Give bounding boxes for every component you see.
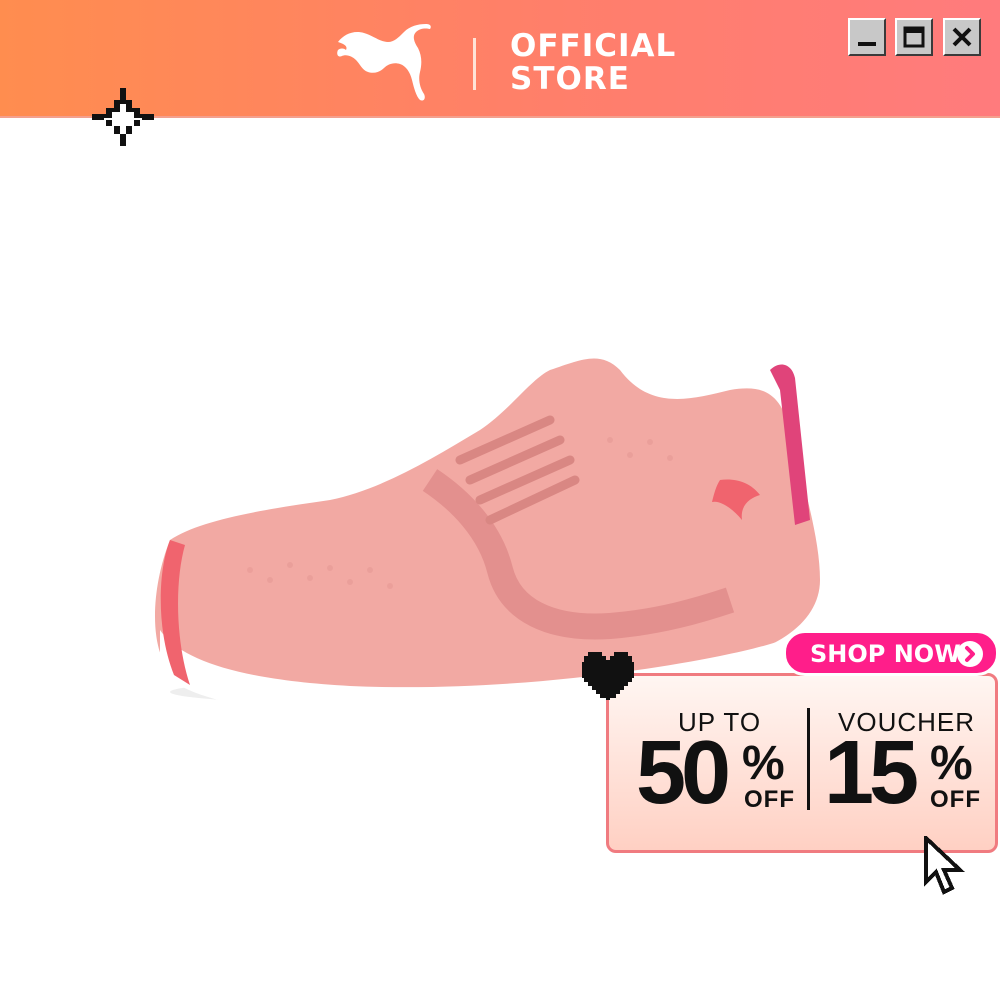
minimize-button[interactable] [848, 18, 886, 56]
close-button[interactable] [943, 18, 981, 56]
arrow-right-circle-icon [957, 641, 983, 667]
header-divider [473, 38, 476, 90]
pixel-sparkle-icon [92, 88, 154, 146]
discount-value: 50 [636, 723, 731, 823]
shop-now-button[interactable]: SHOP NOW [783, 630, 999, 676]
discount-percent: % [742, 737, 785, 790]
voucher-off-label: OFF [930, 786, 981, 813]
maximize-button[interactable] [895, 18, 933, 56]
pixel-heart-icon [582, 652, 634, 700]
official-store-label: OFFICIAL STORE [510, 30, 676, 96]
store-label-line2: STORE [510, 61, 630, 97]
voucher-percent: % [930, 737, 973, 790]
discount-off-label: OFF [744, 786, 795, 813]
voucher-value: 15 [824, 723, 919, 823]
close-icon [952, 27, 972, 47]
product-sneaker-image[interactable] [130, 330, 850, 720]
maximize-icon [903, 26, 925, 48]
store-label-line1: OFFICIAL [510, 28, 677, 64]
pixel-cursor-icon [924, 836, 966, 895]
minimize-icon [858, 42, 876, 46]
puma-logo-icon [337, 24, 431, 101]
promo-divider [807, 708, 810, 810]
shop-now-label: SHOP NOW [810, 640, 961, 668]
